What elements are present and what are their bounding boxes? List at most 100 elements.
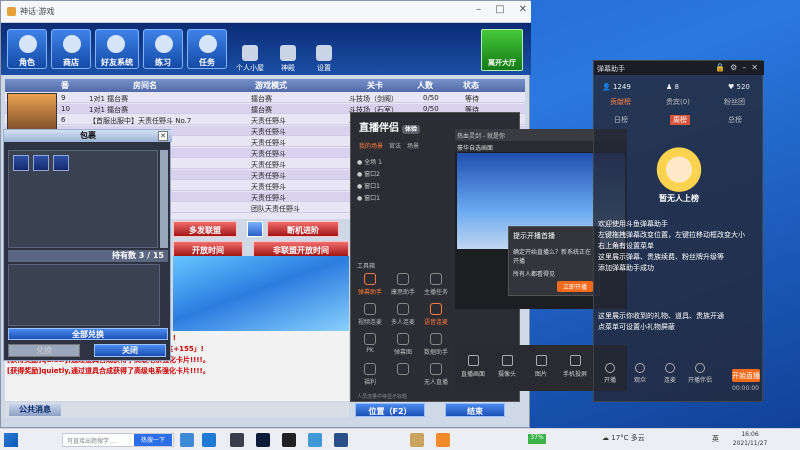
close-icon[interactable]: ✕ <box>751 63 758 72</box>
character-button[interactable]: 角色 <box>7 29 47 69</box>
settings-button[interactable]: 设置 <box>307 43 341 73</box>
add-camera-button[interactable]: 摄像头 <box>491 355 523 378</box>
add-screen-button[interactable]: 直播画面 <box>457 355 489 378</box>
tool-icon <box>430 273 442 285</box>
exchange-button[interactable]: 兑换 <box>8 344 80 357</box>
exit-lobby-button[interactable]: 离开大厅 <box>481 29 523 71</box>
inventory-item[interactable] <box>53 155 69 171</box>
dbar-companion[interactable]: 开播伴侣 <box>686 363 714 384</box>
search-button[interactable]: 热搜一下 <box>134 434 172 446</box>
game-taskbar-icon[interactable] <box>410 433 424 447</box>
tool-icon <box>364 303 376 315</box>
maximize-icon[interactable]: □ <box>495 4 504 15</box>
refresh-icon[interactable] <box>247 221 263 237</box>
scene-item[interactable]: ● 窗口1 <box>357 181 401 191</box>
task-view-icon[interactable] <box>180 433 194 447</box>
tool-button[interactable]: 视频连麦 <box>355 301 385 329</box>
tool-icon <box>364 333 376 345</box>
quest-button[interactable]: 任务 <box>187 29 227 69</box>
tool-button[interactable]: 福利 <box>355 361 385 389</box>
settings-label: 设置 <box>317 64 331 72</box>
open-time-label: 开放时间 <box>192 246 224 255</box>
tool-button[interactable]: PK <box>355 331 385 359</box>
practice-button[interactable]: 练习 <box>143 29 183 69</box>
advance-button[interactable]: 断机进阶 <box>267 221 339 237</box>
position-button[interactable]: 位置（F2） <box>355 403 425 417</box>
tool-button[interactable]: 弹幕图 <box>388 331 418 359</box>
stream-taskbar-icon[interactable] <box>436 433 450 447</box>
friends-button[interactable]: 好友系统 <box>95 29 139 69</box>
tab-contrib[interactable]: 贡献榜 <box>610 97 631 107</box>
ime-indicator[interactable]: 英 <box>712 434 719 444</box>
welcome-text: 欢迎使用斗鱼弹幕助手 左键拖拽弹幕改变位置，左键拉移动框改变大小 右上角有设置菜… <box>598 219 788 274</box>
dbar-start[interactable]: 开播 <box>596 363 624 384</box>
shop-button[interactable]: 商店 <box>51 29 91 69</box>
inventory-item[interactable] <box>33 155 49 171</box>
tool-icon <box>397 303 409 315</box>
open-time-button[interactable]: 开放时间 <box>173 241 243 257</box>
cell-mode: 天责任野斗 <box>251 117 286 125</box>
add-image-button[interactable]: 图片 <box>525 355 557 378</box>
character-icon <box>19 35 37 53</box>
tool-button[interactable]: 弹幕助手 <box>355 271 385 299</box>
photoshop-icon[interactable] <box>256 433 270 447</box>
tab-total[interactable]: 总榜 <box>728 115 742 125</box>
tab-my-scenes[interactable]: 我的场景 <box>359 141 383 150</box>
cell-mode: 团队天责任野斗 <box>251 205 300 213</box>
app-icon[interactable] <box>334 433 348 447</box>
inventory-item[interactable] <box>13 155 29 171</box>
tab-official[interactable]: 官法 <box>389 141 401 150</box>
bag-close-button[interactable]: 关闭 <box>94 344 166 357</box>
clock[interactable]: 16:06 2021/11/27 <box>730 430 770 448</box>
window-titlebar[interactable]: 神话·游戏 – □ ✕ <box>1 1 531 23</box>
gear-icon[interactable]: ⚙ <box>730 63 737 72</box>
tab-vip[interactable]: 贵宾(0) <box>666 97 690 107</box>
tool-button[interactable]: 语音连麦 <box>421 301 451 329</box>
dialog-title: 提示开播首播 <box>513 232 555 240</box>
tab-weekly[interactable]: 周榜 <box>670 115 690 125</box>
windows-start-icon[interactable] <box>4 433 18 447</box>
close-icon[interactable]: ✕ <box>519 4 527 15</box>
add-phone-button[interactable]: 手机投屏 <box>559 355 591 378</box>
stat-value: 1249 <box>612 83 631 91</box>
end-button[interactable]: 结束 <box>445 403 505 417</box>
scene-item[interactable]: ● 全场 1 <box>357 157 401 167</box>
minimize-icon[interactable]: – <box>476 4 481 15</box>
tool-button[interactable]: 数据助手 <box>421 331 451 359</box>
start-live-button[interactable]: 开始直播 <box>732 369 760 382</box>
tab-daily[interactable]: 日榜 <box>614 115 628 125</box>
close-icon[interactable]: ✕ <box>158 131 168 141</box>
tool-button[interactable]: 多人连麦 <box>388 301 418 329</box>
tool-button[interactable]: 康思助手 <box>388 271 418 299</box>
tab-scenes[interactable]: 场景 <box>407 141 419 150</box>
dbar-viewers[interactable]: 观众 <box>626 363 654 384</box>
exit-label: 离开大厅 <box>488 59 516 67</box>
app-icon[interactable] <box>230 433 244 447</box>
tool-button[interactable]: 无人直播 <box>421 361 451 389</box>
non-alliance-time-button[interactable]: 非联盟开放时间 <box>253 241 349 257</box>
scene-item[interactable]: ● 窗口2 <box>357 169 401 179</box>
lock-icon[interactable]: 🔒 <box>715 63 725 72</box>
weather-widget[interactable]: ☁ 17°C 多云 <box>602 433 645 443</box>
tool-button[interactable] <box>388 361 418 389</box>
table-row[interactable]: 9 1对1 擂台赛 擂台赛 斗技场（剑阁） 0/50 等待 <box>5 93 525 103</box>
dbar-mic[interactable]: 连麦 <box>656 363 684 384</box>
tab-fans[interactable]: 粉丝团 <box>724 97 745 107</box>
inventory-scrollbar[interactable] <box>160 150 168 248</box>
minimize-icon[interactable]: – <box>742 63 746 72</box>
exchange-all-button[interactable]: 全部兑换 <box>8 328 168 340</box>
edge-icon[interactable] <box>308 433 322 447</box>
qq-icon[interactable] <box>282 433 296 447</box>
browser-icon[interactable] <box>202 433 216 447</box>
live-timer: 00:00:00 <box>732 385 759 392</box>
scene-item[interactable]: ● 窗口1 <box>357 193 401 203</box>
house-button[interactable]: 个人小屋 <box>233 43 267 73</box>
weather-text: 17°C 多云 <box>611 434 645 442</box>
go-live-button[interactable]: 立即开播 <box>557 281 593 292</box>
public-message-button[interactable]: 公共消息 <box>9 404 61 416</box>
tool-label: 数据助手 <box>423 349 448 356</box>
stream-badge: 体验 <box>402 125 421 134</box>
alliance-button[interactable]: 多发联盟 <box>173 221 237 237</box>
temple-button[interactable]: 神殿 <box>271 43 305 73</box>
tool-button[interactable]: 主播任务 <box>421 271 451 299</box>
